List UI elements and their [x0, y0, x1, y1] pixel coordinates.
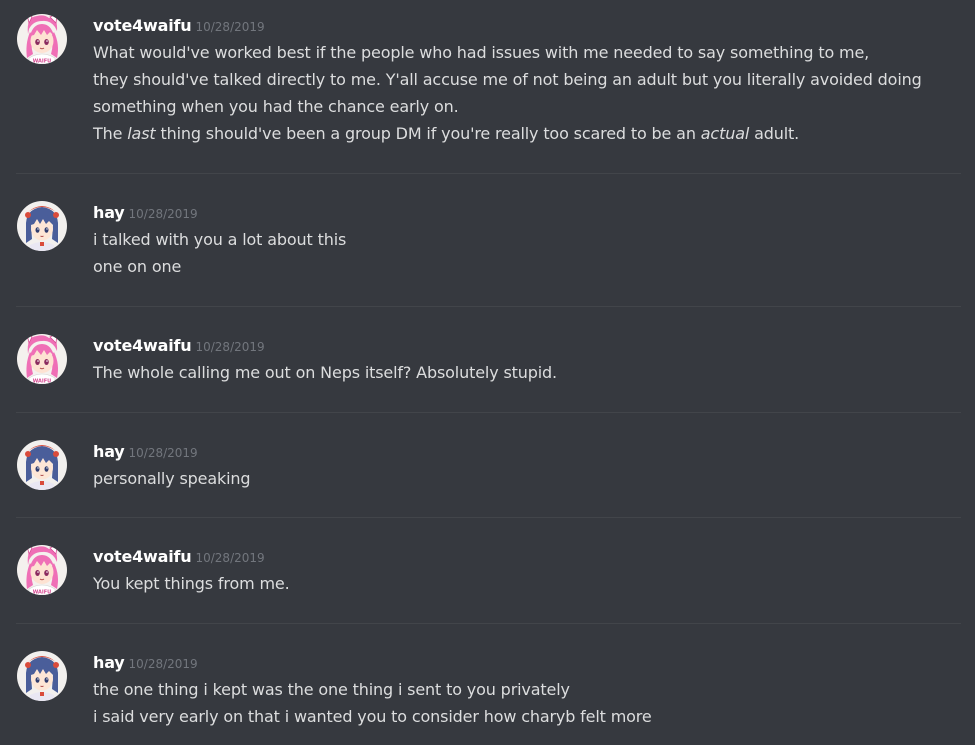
message-content: You kept things from me.	[93, 570, 965, 597]
text-fragment: The	[93, 124, 128, 143]
avatar[interactable]	[17, 440, 67, 490]
avatar[interactable]	[17, 201, 67, 251]
blue-hair-anime-avatar-icon	[17, 651, 67, 701]
message-content: The whole calling me out on Neps itself?…	[93, 359, 965, 386]
message-line: something when you had the chance early …	[93, 97, 459, 116]
message-header: vote4waifu 10/28/2019	[93, 546, 265, 569]
message-timestamp: 10/28/2019	[195, 20, 265, 34]
pink-hair-anime-avatar-icon	[17, 545, 67, 595]
pink-hair-anime-avatar-icon	[17, 14, 67, 64]
message-line: i talked with you a lot about this	[93, 230, 347, 249]
message-timestamp: 10/28/2019	[128, 207, 198, 221]
author-username[interactable]: vote4waifu	[93, 547, 192, 566]
italic-text: actual	[700, 124, 750, 143]
italic-text: last	[127, 124, 156, 143]
message-content: i talked with you a lot about this one o…	[93, 226, 965, 280]
message-content: What would've worked best if the people …	[93, 39, 965, 147]
message-timestamp: 10/28/2019	[195, 551, 265, 565]
avatar[interactable]	[17, 14, 67, 64]
author-username[interactable]: hay	[93, 653, 125, 672]
chat-message-list: vote4waifu 10/28/2019 What would've worke…	[0, 0, 975, 745]
message-line: one on one	[93, 257, 182, 276]
message-content: personally speaking	[93, 465, 965, 492]
message-divider	[16, 623, 961, 624]
avatar[interactable]	[17, 334, 67, 384]
author-username[interactable]: hay	[93, 442, 125, 461]
avatar[interactable]	[17, 545, 67, 595]
message-line: the one thing i kept was the one thing i…	[93, 680, 570, 699]
author-username[interactable]: vote4waifu	[93, 336, 192, 355]
message-divider	[16, 412, 961, 413]
text-fragment: thing should've been a group DM if you'r…	[155, 124, 701, 143]
message-divider	[16, 517, 961, 518]
message-line: personally speaking	[93, 469, 251, 488]
message-line: The last thing should've been a group DM…	[93, 120, 965, 147]
message-timestamp: 10/28/2019	[195, 340, 265, 354]
message-header: hay 10/28/2019	[93, 652, 198, 675]
message-line: You kept things from me.	[93, 574, 290, 593]
text-fragment: adult.	[749, 124, 800, 143]
message-header: vote4waifu 10/28/2019	[93, 335, 265, 358]
message-timestamp: 10/28/2019	[128, 657, 198, 671]
message-divider	[16, 306, 961, 307]
message-line: What would've worked best if the people …	[93, 43, 870, 62]
author-username[interactable]: hay	[93, 203, 125, 222]
message-timestamp: 10/28/2019	[128, 446, 198, 460]
message-line: The whole calling me out on Neps itself?…	[93, 363, 557, 382]
author-username[interactable]: vote4waifu	[93, 16, 192, 35]
message-line: they should've talked directly to me. Y'…	[93, 70, 922, 89]
message-divider	[16, 173, 961, 174]
message-header: hay 10/28/2019	[93, 441, 198, 464]
message-header: hay 10/28/2019	[93, 202, 198, 225]
blue-hair-anime-avatar-icon	[17, 440, 67, 490]
message-line: i said very early on that i wanted you t…	[93, 707, 652, 726]
pink-hair-anime-avatar-icon	[17, 334, 67, 384]
blue-hair-anime-avatar-icon	[17, 201, 67, 251]
message-content: the one thing i kept was the one thing i…	[93, 676, 965, 730]
message-header: vote4waifu 10/28/2019	[93, 15, 265, 38]
avatar[interactable]	[17, 651, 67, 701]
